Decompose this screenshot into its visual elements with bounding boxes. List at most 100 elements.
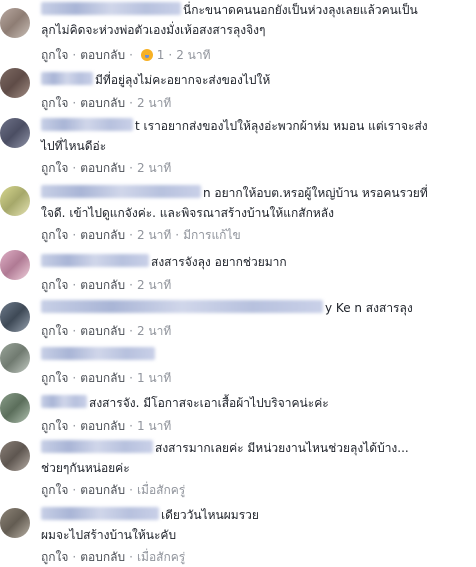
commenter-name[interactable]: [41, 440, 153, 453]
separator: ·: [129, 161, 133, 175]
comment-line: ไปที่ไหนดีอ่ะ: [41, 139, 107, 153]
comment-line: ใจดี. เข้าไปดูแกจังค่ะ. และพิจรณาสร้างบ้…: [41, 206, 334, 220]
commenter-name[interactable]: [41, 185, 201, 198]
reply-link[interactable]: ตอบกลับ: [80, 419, 125, 433]
reaction-summary[interactable]: 1: [140, 48, 165, 62]
timestamp[interactable]: เมื่อสักครู่: [137, 483, 185, 497]
comment-line: t เราอยากส่งของไปให้ลุงอ่ะพวกผ้าห่ม หมอน…: [135, 119, 428, 133]
avatar[interactable]: [0, 441, 30, 471]
comment-actions: ถูกใจ · ตอบกลับ · 1 · 2 นาที: [41, 46, 211, 65]
comment-text: n อยากให้อบต.หรอผู้ใหญ่บ้าน หรอคนรวยที่ …: [41, 183, 428, 223]
like-link[interactable]: ถูกใจ: [41, 96, 68, 110]
timestamp[interactable]: 2 นาที: [137, 324, 171, 338]
comment-line: ผมจะไปสร้างบ้านให้นะคับ: [41, 528, 177, 542]
timestamp[interactable]: 2 นาที: [137, 161, 171, 175]
comment-text: t เราอยากส่งของไปให้ลุงอ่ะพวกผ้าห่ม หมอน…: [41, 116, 428, 156]
reply-link[interactable]: ตอบกลับ: [80, 278, 125, 292]
avatar[interactable]: [0, 8, 30, 38]
like-link[interactable]: ถูกใจ: [41, 278, 68, 292]
comment-text: สงสารมากเลยค่ะ มีหน่วยงานไหนช่วยลุงได้บ้…: [41, 438, 409, 478]
reply-link[interactable]: ตอบกลับ: [80, 550, 125, 564]
separator: ·: [72, 96, 77, 110]
commenter-name[interactable]: [41, 347, 155, 360]
comment-actions: ถูกใจ · ตอบกลับ · 1 นาที: [41, 417, 171, 436]
like-link[interactable]: ถูกใจ: [41, 550, 68, 564]
separator: ·: [72, 48, 77, 62]
commenter-name[interactable]: [41, 507, 159, 520]
commenter-name[interactable]: [41, 254, 149, 267]
commenter-name[interactable]: [41, 72, 93, 85]
like-link[interactable]: ถูกใจ: [41, 419, 68, 433]
avatar[interactable]: [0, 118, 30, 148]
comment-text: y Ke n สงสารลุง: [41, 298, 413, 318]
comment-line: เดียววันไหนผมรวย: [161, 508, 259, 522]
comment-actions: ถูกใจ · ตอบกลับ · 1 นาที: [41, 369, 171, 388]
separator: ·: [72, 483, 77, 497]
comment-line: สงสารจัง. มีโอกาสจะเอาเสื้อผ้าไปบริจาคน่…: [89, 396, 329, 410]
reply-link[interactable]: ตอบกลับ: [80, 483, 125, 497]
like-link[interactable]: ถูกใจ: [41, 324, 68, 338]
commenter-name[interactable]: [41, 395, 87, 408]
timestamp[interactable]: 1 นาที: [137, 419, 171, 433]
like-link[interactable]: ถูกใจ: [41, 48, 68, 62]
commenter-name[interactable]: [41, 118, 133, 131]
comment-line: n อยากให้อบต.หรอผู้ใหญ่บ้าน หรอคนรวยที่: [203, 186, 428, 200]
reply-link[interactable]: ตอบกลับ: [80, 48, 125, 62]
comment-line: ช่วยๆกันหน่อยค่ะ: [41, 461, 130, 475]
avatar[interactable]: [0, 302, 30, 332]
reaction-count: 1: [156, 48, 165, 62]
reply-link[interactable]: ตอบกลับ: [80, 371, 125, 385]
comment-line: y Ke n สงสารลุง: [325, 301, 413, 315]
commenter-name[interactable]: [41, 2, 181, 15]
reply-link[interactable]: ตอบกลับ: [80, 228, 125, 242]
separator: ·: [72, 324, 77, 338]
timestamp[interactable]: เมื่อสักครู่: [137, 550, 185, 564]
separator: ·: [175, 228, 180, 242]
timestamp[interactable]: 1 นาที: [137, 371, 171, 385]
like-link[interactable]: ถูกใจ: [41, 483, 68, 497]
sad-reaction-icon: [140, 49, 153, 61]
comment-line: ลุกไม่คิดจะห่วงพ่อตัวเองมั่งเห้อสงสารลุง…: [41, 23, 266, 37]
avatar[interactable]: [0, 250, 30, 280]
avatar[interactable]: [0, 343, 30, 373]
like-link[interactable]: ถูกใจ: [41, 371, 68, 385]
avatar[interactable]: [0, 393, 30, 423]
like-link[interactable]: ถูกใจ: [41, 161, 68, 175]
reply-link[interactable]: ตอบกลับ: [80, 161, 125, 175]
comment-actions: ถูกใจ · ตอบกลับ · เมื่อสักครู่: [41, 548, 185, 567]
commenter-name[interactable]: [41, 300, 323, 313]
timestamp[interactable]: 2 นาที: [137, 278, 171, 292]
separator: ·: [129, 371, 133, 385]
comment-line: มีที่อยู่ลุงไม่คะอยากจะส่งของไปให้: [95, 73, 271, 87]
avatar[interactable]: [0, 68, 30, 98]
separator: ·: [72, 161, 77, 175]
separator: ·: [129, 550, 133, 564]
comment-actions: ถูกใจ · ตอบกลับ · เมื่อสักครู่: [41, 481, 185, 500]
separator: ·: [129, 96, 133, 110]
separator: ·: [72, 278, 77, 292]
separator: ·: [129, 324, 133, 338]
comment-actions: ถูกใจ · ตอบกลับ · 2 นาที: [41, 276, 171, 295]
comment-line: นี่กะขนาดคนนอกยังเป็นห่วงลุงเลยแล้วคนเป็…: [183, 3, 418, 17]
timestamp[interactable]: 2 นาที: [137, 228, 171, 242]
comment-actions: ถูกใจ · ตอบกลับ · 2 นาที · มีการแก้ไข: [41, 226, 241, 245]
comment-text: เดียววันไหนผมรวย ผมจะไปสร้างบ้านให้นะคับ: [41, 505, 259, 545]
separator: ·: [129, 483, 133, 497]
timestamp[interactable]: 2 นาที: [137, 96, 171, 110]
edited-label[interactable]: มีการแก้ไข: [183, 228, 241, 242]
comment-text: [41, 345, 157, 365]
separator: ·: [129, 228, 133, 242]
timestamp[interactable]: 2 นาที: [176, 48, 210, 62]
avatar[interactable]: [0, 508, 30, 538]
avatar[interactable]: [0, 186, 30, 216]
separator: ·: [168, 48, 173, 62]
separator: ·: [129, 48, 133, 62]
comment-actions: ถูกใจ · ตอบกลับ · 2 นาที: [41, 322, 171, 341]
reply-link[interactable]: ตอบกลับ: [80, 96, 125, 110]
comment-line: สงสารจังลุง อยากช่วยมาก: [151, 255, 287, 269]
separator: ·: [72, 419, 77, 433]
separator: ·: [129, 419, 133, 433]
reply-link[interactable]: ตอบกลับ: [80, 324, 125, 338]
comment-text: นี่กะขนาดคนนอกยังเป็นห่วงลุงเลยแล้วคนเป็…: [41, 0, 418, 40]
like-link[interactable]: ถูกใจ: [41, 228, 68, 242]
